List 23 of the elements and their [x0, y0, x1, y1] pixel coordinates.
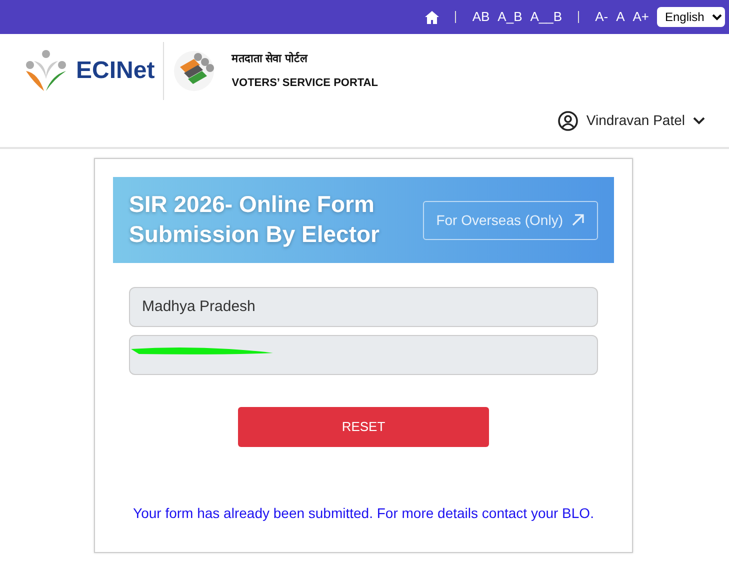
user-icon — [558, 110, 578, 130]
home-icon[interactable] — [425, 10, 440, 24]
portal-title-hindi: मतदाता सेवा पोर्टल — [232, 50, 309, 66]
font-size-option[interactable]: A- — [595, 7, 608, 27]
user-menu[interactable]: Vindravan Patel — [558, 110, 705, 131]
spacing-option[interactable]: A_B — [498, 7, 522, 27]
state-select[interactable]: Madhya Pradesh — [129, 287, 598, 327]
ballot-unit-icon — [172, 49, 216, 93]
spacing-option[interactable]: AB — [472, 7, 490, 27]
chevron-down-icon — [693, 116, 705, 124]
people-logo-icon — [24, 49, 68, 93]
reset-button[interactable]: RESET — [238, 407, 489, 447]
number-field[interactable] — [129, 335, 598, 375]
form-title: SIR 2026- Online Form Submission By Elector — [129, 190, 381, 249]
spacing-option[interactable]: A__B — [530, 7, 562, 27]
font-size-option[interactable]: A+ — [632, 7, 649, 27]
status-message: Your form has already been submitted. For more details contact your BLO. — [133, 504, 594, 523]
portal-title: VOTERS’ SERVICE PORTAL — [232, 76, 378, 91]
language-select[interactable]: English — [657, 7, 725, 27]
brand-name: ECINet — [76, 56, 155, 86]
user-name: Vindravan Patel — [586, 111, 685, 130]
font-size-option[interactable]: A — [616, 7, 625, 27]
arrow-up-right-icon — [571, 213, 585, 227]
